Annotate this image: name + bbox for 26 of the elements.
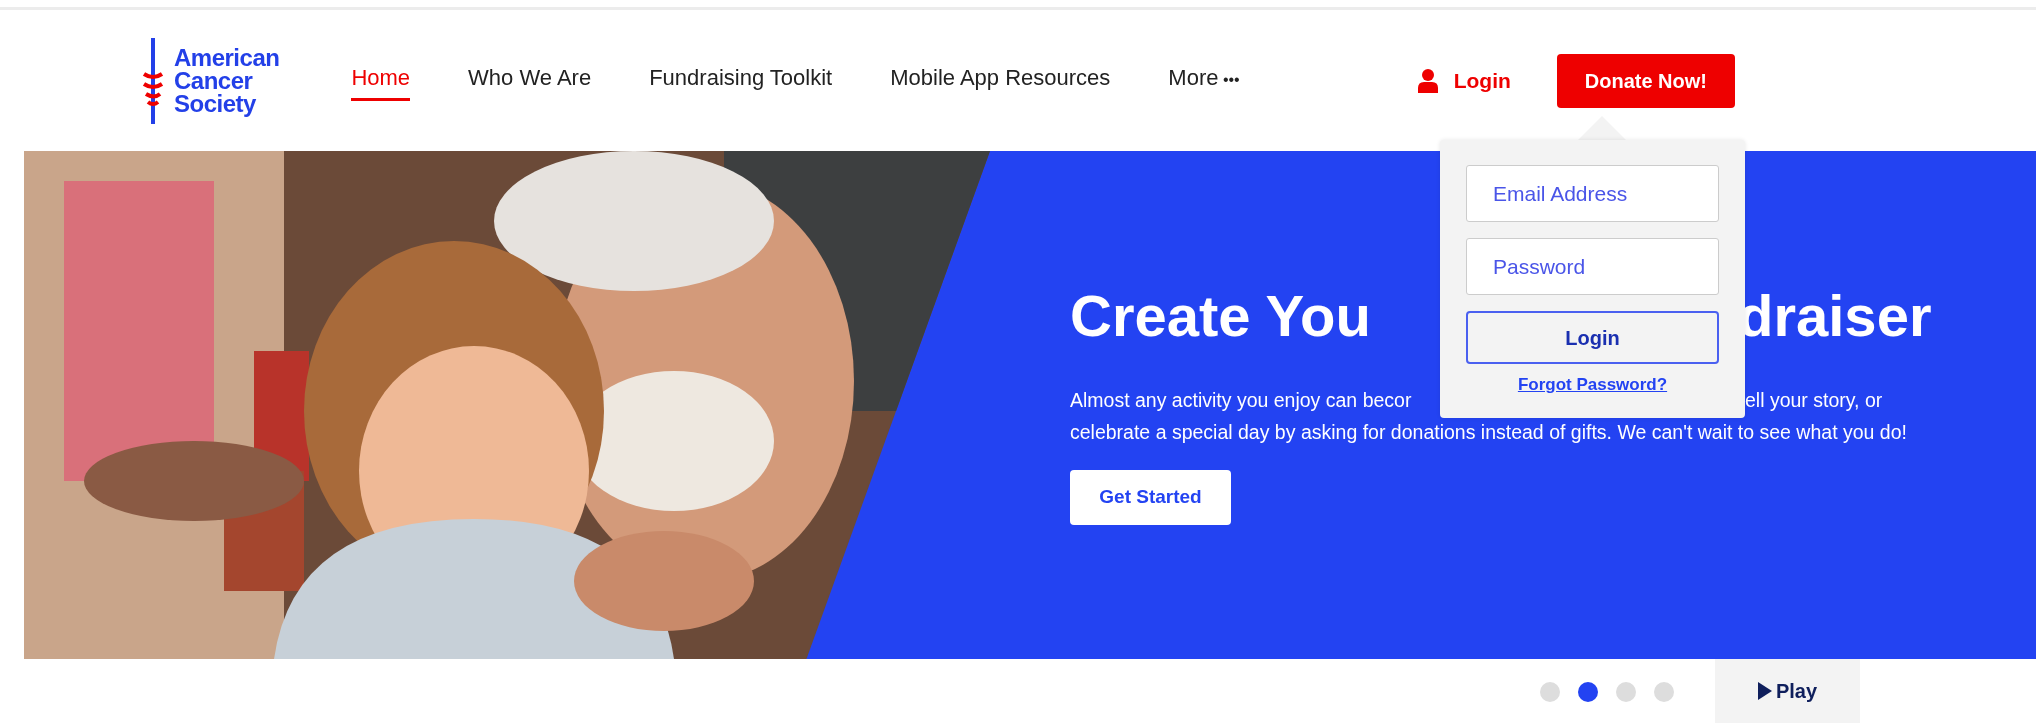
nav-link[interactable]: Fundraising Toolkit	[649, 60, 833, 101]
user-icon	[1417, 68, 1438, 93]
hero-text: Almost any activity you enjoy can becor	[1070, 388, 1412, 413]
carousel-dot[interactable]	[1578, 681, 1598, 702]
heading-text: draiser	[1738, 287, 1932, 345]
donate-button[interactable]: Donate Now!	[1556, 53, 1735, 108]
carousel-dot[interactable]	[1540, 681, 1560, 702]
hero-text: ell your story, or	[1745, 388, 1883, 413]
carousel-dot[interactable]	[1616, 681, 1636, 702]
nav-link[interactable]: Home	[351, 60, 411, 101]
password-field[interactable]: Password	[1466, 238, 1719, 295]
nav-link[interactable]: More •••	[1168, 60, 1240, 101]
logo-text[interactable]: American Cancer Society	[174, 46, 280, 115]
email-field[interactable]: Email Address	[1466, 165, 1719, 222]
nav-link[interactable]: Mobile App Resources	[890, 60, 1111, 101]
hero-text: celebrate a special day by asking for donations instead of gifts. We can't wait to see what you do!	[1070, 420, 1908, 445]
play-button[interactable]: Play	[1715, 659, 1860, 723]
nav-link[interactable]: Who We Are	[468, 60, 592, 101]
play-icon	[1757, 682, 1772, 700]
get-started-button[interactable]: Get Started	[1070, 470, 1231, 525]
login-link[interactable]: Login	[1417, 64, 1511, 97]
logo-icon	[140, 37, 166, 124]
forgot-password-link[interactable]: Forgot Password?	[1517, 375, 1668, 394]
login-button[interactable]: Login	[1466, 311, 1719, 364]
heading-text: Create You	[1070, 287, 1371, 345]
carousel-dot[interactable]	[1654, 681, 1674, 702]
